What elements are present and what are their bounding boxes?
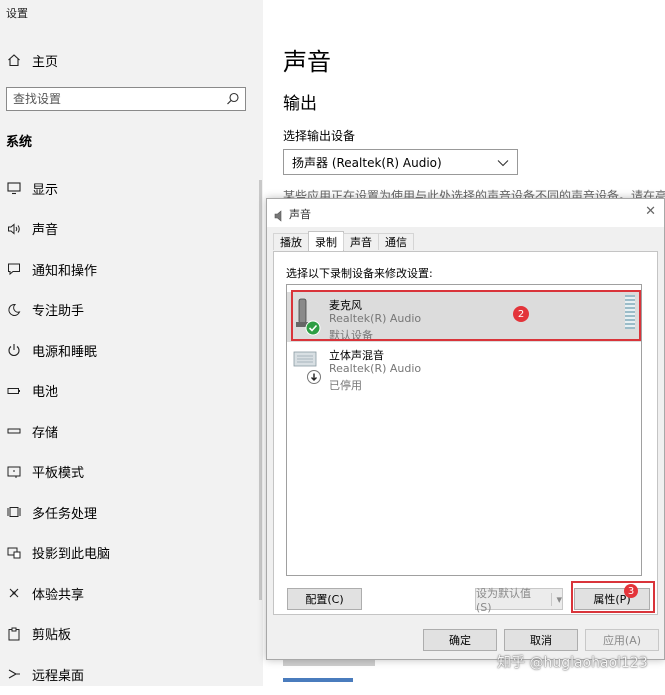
- output-device-value: 扬声器 (Realtek(R) Audio): [292, 155, 442, 170]
- sidebar-home[interactable]: 主页: [6, 51, 59, 70]
- sidebar-item-sound[interactable]: 声音: [0, 209, 263, 250]
- settings-link[interactable]: [283, 678, 353, 682]
- battery-icon: [6, 383, 22, 399]
- sidebar-item-label: 电源和睡眠: [32, 344, 98, 360]
- set-default-button[interactable]: 设为默认值(S) ▾: [475, 587, 563, 614]
- apply-button[interactable]: 应用(A): [585, 629, 659, 651]
- sidebar-item-label: 远程桌面: [32, 668, 85, 684]
- sidebar-item-project-to-pc[interactable]: 投影到此电脑: [0, 533, 263, 574]
- configure-button[interactable]: 配置(C): [287, 588, 362, 610]
- output-heading: 输出: [283, 94, 317, 114]
- sidebar-item-label: 剪贴板: [32, 628, 72, 644]
- remote-desktop-icon: [6, 666, 22, 682]
- search-input[interactable]: [7, 88, 218, 110]
- sidebar-item-label: 专注助手: [32, 304, 85, 320]
- sidebar-scrollbar[interactable]: [259, 180, 262, 600]
- speaker-icon: [6, 221, 22, 237]
- watermark: 知乎 @huglaohaol123: [497, 655, 648, 671]
- recording-instruction: 选择以下录制设备来修改设置:: [286, 267, 433, 280]
- recording-device-list: 麦克风 Realtek(R) Audio 默认设备 2 立体声混音 Realte…: [286, 284, 642, 576]
- chevron-down-icon: [497, 157, 509, 171]
- sidebar-item-label: 存储: [32, 425, 59, 441]
- cancel-button[interactable]: 取消: [504, 629, 578, 651]
- power-icon: [6, 342, 22, 358]
- sidebar-item-display[interactable]: 显示: [0, 168, 263, 209]
- sidebar-item-battery[interactable]: 电池: [0, 371, 263, 412]
- device-driver: Realtek(R) Audio: [329, 362, 422, 375]
- sidebar-item-power-sleep[interactable]: 电源和睡眠: [0, 330, 263, 371]
- app-title: 设置: [6, 7, 28, 20]
- close-icon[interactable]: ✕: [645, 204, 656, 219]
- section-title: 系统: [6, 135, 33, 150]
- tab-playback[interactable]: 播放: [273, 233, 309, 250]
- ok-button[interactable]: 确定: [423, 629, 497, 651]
- sidebar-nav: 显示 声音 通知和操作 专注助手 电源和睡眠 电池 存储 平板模式 多任务处理 …: [0, 168, 263, 695]
- annotation-highlight-microphone: [291, 290, 641, 341]
- tab-communications[interactable]: 通信: [378, 233, 414, 250]
- sidebar-item-focus-assist[interactable]: 专注助手: [0, 290, 263, 331]
- sidebar-item-clipboard[interactable]: 剪贴板: [0, 614, 263, 655]
- sidebar-item-tablet-mode[interactable]: 平板模式: [0, 452, 263, 493]
- dialog-titlebar[interactable]: 声音 ✕: [267, 199, 664, 227]
- device-name: 立体声混音: [329, 349, 384, 362]
- share-icon: [6, 585, 22, 601]
- sidebar-item-remote-desktop[interactable]: 远程桌面: [0, 654, 263, 695]
- tab-sounds[interactable]: 声音: [343, 233, 379, 250]
- sidebar-item-label: 平板模式: [32, 466, 85, 482]
- stereo-mix-icon: [293, 346, 323, 392]
- speaker-icon: [274, 207, 285, 226]
- tablet-icon: [6, 464, 22, 480]
- sidebar-item-label: 显示: [32, 182, 59, 198]
- notification-icon: [6, 261, 22, 277]
- search-box: [6, 87, 246, 111]
- output-device-select[interactable]: 扬声器 (Realtek(R) Audio): [283, 149, 518, 175]
- monitor-icon: [6, 180, 22, 196]
- chevron-down-icon[interactable]: ▾: [551, 592, 562, 606]
- set-default-label: 设为默认值(S): [476, 586, 531, 614]
- sidebar-home-label: 主页: [32, 54, 59, 70]
- sidebar-item-label: 声音: [32, 223, 59, 239]
- multitask-icon: [6, 504, 22, 520]
- device-stereo-mix[interactable]: 立体声混音 Realtek(R) Audio 已停用: [287, 342, 641, 392]
- sidebar-item-multitasking[interactable]: 多任务处理: [0, 492, 263, 533]
- sound-dialog: 声音 ✕ 播放 录制 声音 通信 选择以下录制设备来修改设置: 麦克风 Real…: [266, 198, 665, 660]
- search-icon[interactable]: [226, 91, 240, 110]
- home-icon: [6, 53, 22, 67]
- annotation-badge: 2: [513, 306, 529, 322]
- sidebar-item-label: 通知和操作: [32, 263, 98, 279]
- sidebar-item-shared-experiences[interactable]: 体验共享: [0, 573, 263, 614]
- annotation-highlight-properties: [571, 581, 655, 613]
- page-title: 声音: [283, 48, 331, 76]
- sidebar-item-label: 投影到此电脑: [32, 547, 111, 563]
- moon-icon: [6, 302, 22, 318]
- device-status: 已停用: [329, 379, 362, 392]
- sidebar-item-label: 多任务处理: [32, 506, 98, 522]
- dialog-tabs: 播放 录制 声音 通信: [273, 231, 414, 251]
- settings-sidebar: 设置 主页 系统 显示 声音 通知和操作 专注助手: [0, 0, 263, 686]
- tab-recording[interactable]: 录制: [308, 231, 344, 251]
- dialog-title: 声音: [289, 208, 311, 221]
- recording-panel: 选择以下录制设备来修改设置: 麦克风 Realtek(R) Audio 默认设备: [273, 251, 658, 615]
- project-icon: [6, 545, 22, 561]
- sidebar-item-storage[interactable]: 存储: [0, 411, 263, 452]
- sidebar-item-label: 电池: [32, 385, 59, 401]
- annotation-badge: 3: [624, 584, 638, 598]
- output-device-label: 选择输出设备: [283, 129, 356, 143]
- storage-icon: [6, 423, 22, 439]
- sidebar-item-notifications[interactable]: 通知和操作: [0, 249, 263, 290]
- clipboard-icon: [6, 626, 22, 642]
- sidebar-item-label: 体验共享: [32, 587, 85, 603]
